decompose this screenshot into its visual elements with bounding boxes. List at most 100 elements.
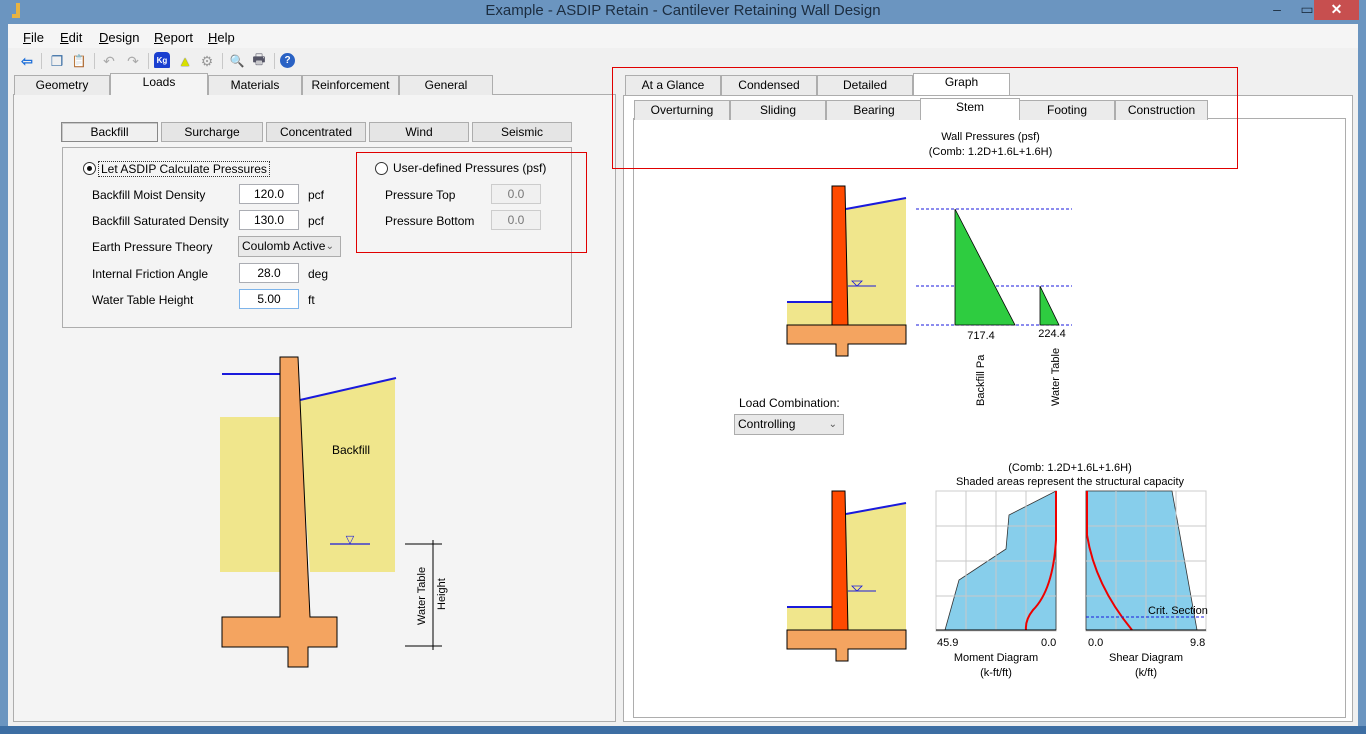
pressure-top-label: Pressure Top [385, 188, 456, 202]
backfill-label: Backfill [332, 443, 370, 457]
water-table-height-unit: ft [308, 293, 315, 307]
menu-help[interactable]: Help [208, 30, 235, 45]
menu-file[interactable]: File [23, 30, 44, 45]
front-soil [787, 301, 832, 325]
water-pressure-label: Water Table [1050, 348, 1062, 406]
shear-left-value: 0.0 [1088, 637, 1104, 649]
wall-pressures-diagram: 717.4 224.4 Backfill Pa Water Table [786, 185, 1072, 406]
front-soil [220, 417, 280, 572]
pressures-title: Wall Pressures (psf) [941, 131, 1040, 143]
shear-units: (k/ft) [1135, 667, 1157, 679]
pressure-top-input[interactable]: 0.0 [491, 184, 541, 204]
user-pressures-radio[interactable] [375, 162, 388, 175]
minimize-button[interactable]: ‒ [1264, 0, 1290, 20]
pressure-bottom-input[interactable]: 0.0 [491, 210, 541, 230]
friction-angle-label: Internal Friction Angle [92, 267, 209, 281]
menu-design-accel: D [99, 30, 109, 45]
backfill-soil [846, 198, 906, 325]
chevron-down-icon: ⌄ [325, 241, 334, 252]
calc-pressures-radio[interactable] [83, 162, 96, 175]
earth-pressure-theory-label: Earth Pressure Theory [92, 240, 213, 254]
menu-help-accel: H [208, 30, 218, 45]
moist-density-unit: pcf [308, 188, 325, 202]
backfill-soil [846, 503, 906, 630]
user-pressures-label[interactable]: User-defined Pressures (psf) [393, 161, 546, 175]
window-title: Example - ASDIP Retain - Cantilever Reta… [485, 2, 881, 19]
crit-section-label: Crit. Section [1148, 605, 1208, 617]
subtab-backfill[interactable]: Backfill [61, 122, 158, 142]
subtab-seismic[interactable]: Seismic [472, 122, 572, 142]
toolbar-separator [41, 53, 42, 69]
menu-report-accel: R [154, 30, 164, 45]
chevron-down-icon: ⌄ [828, 419, 837, 430]
moment-diagram [935, 490, 1057, 632]
moist-density-label: Backfill Moist Density [92, 188, 206, 202]
calc-pressures-label[interactable]: Let ASDIP Calculate Pressures [98, 161, 270, 177]
stack-icon[interactable]: ▲ [176, 52, 194, 70]
help-icon[interactable]: ? [280, 53, 295, 68]
print-icon[interactable]: 🖶 [250, 51, 268, 70]
menu-help-rest: elp [217, 30, 235, 45]
water-pressure-value: 224.4 [1038, 328, 1066, 340]
tab-reinforcement[interactable]: Reinforcement [302, 75, 399, 95]
taskbar [0, 726, 1366, 734]
menu-report-rest: eport [163, 30, 194, 45]
close-button[interactable]: ✕ [1314, 0, 1359, 20]
gear-icon[interactable]: ⚙ [198, 52, 216, 70]
menu-design-rest: esign [108, 30, 140, 45]
water-table-symbol: ▽ [346, 534, 355, 546]
toolbar-separator [94, 53, 95, 69]
menu-design[interactable]: Design [99, 30, 139, 45]
earth-pressure-theory-select[interactable]: Coulomb Active ⌄ [238, 236, 341, 257]
redo-icon[interactable]: ↷ [124, 52, 142, 70]
stem [831, 490, 849, 631]
dim-label-height: Height [436, 578, 448, 610]
copy-icon[interactable]: ❐ [48, 52, 66, 70]
load-combination-value: Controlling [738, 417, 796, 431]
shear-title: Shear Diagram [1109, 652, 1183, 664]
subtab-stem[interactable]: Stem [920, 98, 1020, 120]
moment-title: Moment Diagram [953, 652, 1039, 664]
toolbar-separator [222, 53, 223, 69]
subtab-surcharge[interactable]: Surcharge [161, 122, 263, 142]
tab-geometry[interactable]: Geometry [14, 75, 110, 95]
menu-report[interactable]: Report [154, 30, 193, 45]
backfill-pressure-label: Backfill Pa [975, 354, 987, 406]
friction-angle-unit: deg [308, 267, 329, 281]
moment-left-value: 45.9 [937, 637, 959, 649]
tab-graph[interactable]: Graph [913, 73, 1010, 95]
saturated-density-input[interactable]: 130.0 [239, 210, 299, 230]
menu-edit-accel: E [60, 30, 69, 45]
saturated-density-label: Backfill Saturated Density [92, 214, 229, 228]
footing [786, 324, 907, 357]
moment-right-value: 0.0 [1041, 637, 1057, 649]
zoom-icon[interactable]: 🔍 [228, 52, 246, 70]
menu-edit[interactable]: Edit [60, 30, 82, 45]
tab-general[interactable]: General [399, 75, 493, 95]
pm-back-icon[interactable]: ⇦ [18, 52, 36, 70]
capacity-comb: (Comb: 1.2D+1.6L+1.6H) [1008, 462, 1132, 474]
tab-loads[interactable]: Loads [110, 73, 208, 95]
footing [786, 629, 907, 662]
menu-file-accel: F [23, 30, 31, 45]
water-table-height-input[interactable]: 5.00 [239, 289, 299, 309]
subtab-wind[interactable]: Wind [369, 122, 469, 142]
earth-pressure-theory-value: Coulomb Active [242, 239, 326, 253]
tab-materials[interactable]: Materials [208, 75, 302, 95]
stem [831, 185, 849, 326]
saturated-density-unit: pcf [308, 214, 325, 228]
water-table-height-label: Water Table Height [92, 293, 194, 307]
subtab-concentrated[interactable]: Concentrated [266, 122, 366, 142]
menu-file-rest: ile [30, 30, 44, 45]
load-combination-select[interactable]: Controlling ⌄ [734, 414, 844, 435]
undo-icon[interactable]: ↶ [100, 52, 118, 70]
moist-density-input[interactable]: 120.0 [239, 184, 299, 204]
toolbar-separator [274, 53, 275, 69]
weight-kg-icon[interactable]: Kg [154, 52, 170, 68]
water-pressure-triangle [1039, 285, 1060, 326]
backfill-pressure-value: 717.4 [967, 330, 995, 342]
paste-icon[interactable]: 📋 [70, 52, 88, 70]
friction-angle-input[interactable]: 28.0 [239, 263, 299, 283]
shear-right-value: 9.8 [1190, 637, 1206, 649]
front-soil [787, 607, 832, 630]
